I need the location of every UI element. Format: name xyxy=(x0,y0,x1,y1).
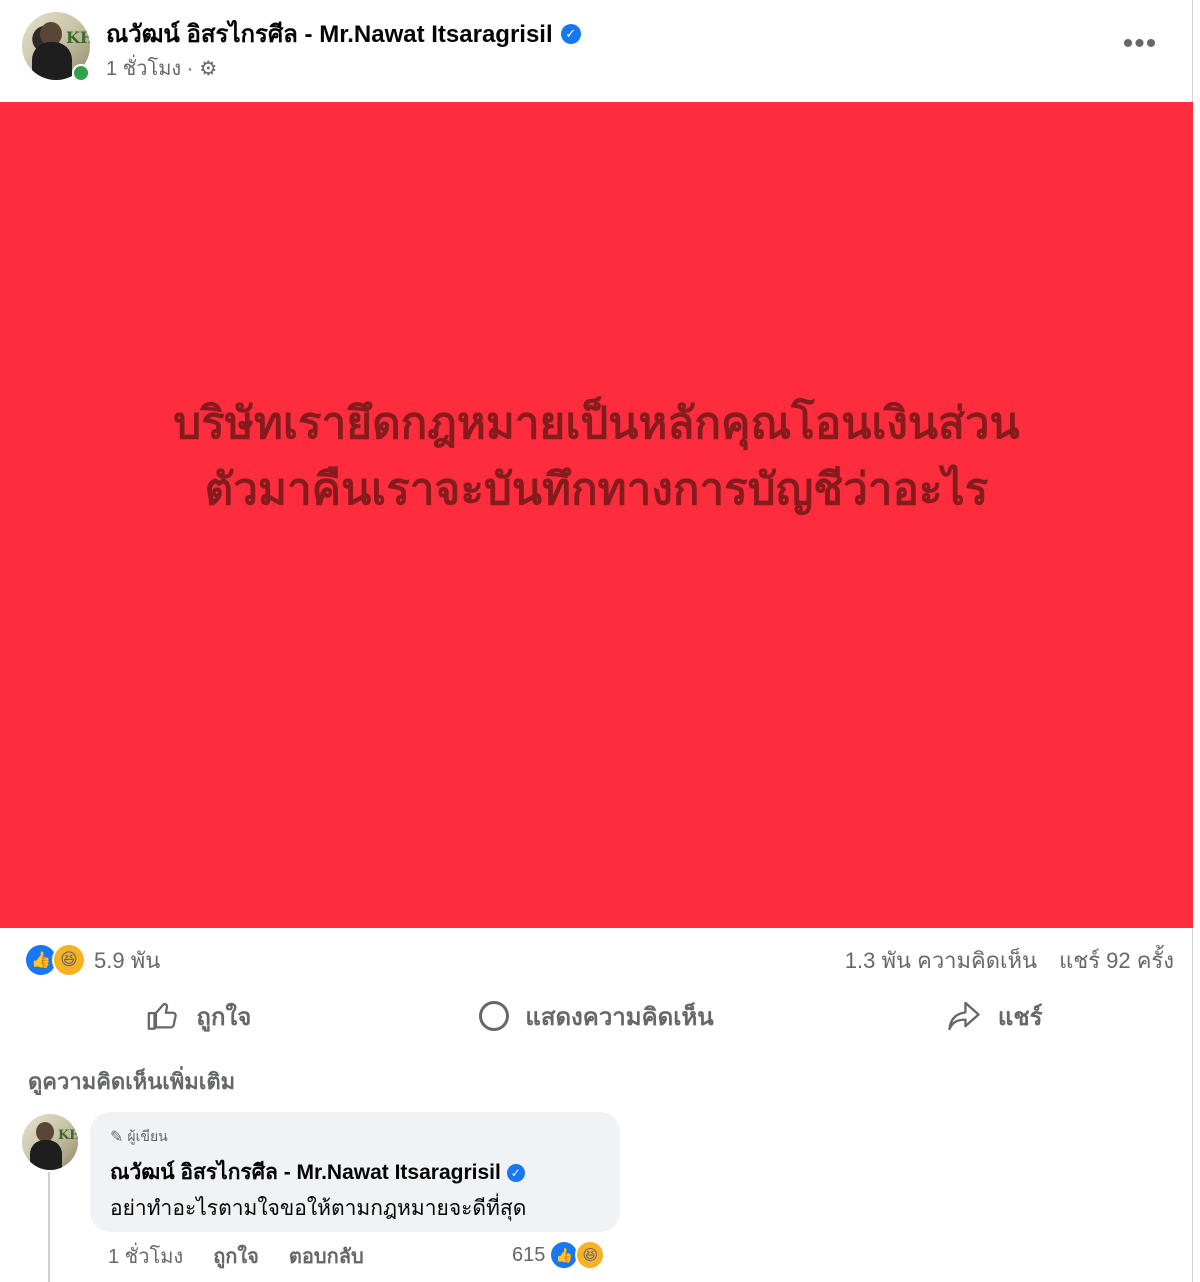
post-meta: 1 ชั่วโมง · ⚙ xyxy=(106,52,217,84)
view-more-comments-link[interactable]: ดูความคิดเห็นเพิ่มเติม xyxy=(28,1064,235,1099)
comment-avatar-body xyxy=(30,1140,62,1170)
reactions-summary: 👍 😆 5.9 พัน 1.3 พัน ความคิดเห็น แชร์ 92 … xyxy=(24,942,1174,978)
laughing-face-icon: 😆 xyxy=(575,1240,606,1270)
comment-reaction-count: 615 xyxy=(512,1243,546,1266)
verified-badge-icon: ✓ xyxy=(560,23,581,44)
share-count-link[interactable]: แชร์ 92 ครั้ง xyxy=(1059,943,1174,978)
reaction-count-link[interactable]: 👍 😆 5.9 พัน xyxy=(24,943,160,978)
comment-reactions[interactable]: 615 👍 😆 xyxy=(512,1240,606,1270)
post-author[interactable]: ณวัฒน์ อิสรไกรศีล - Mr.Nawat Itsaragrisi… xyxy=(106,14,581,53)
comment-button[interactable]: แสดงความคิดเห็น xyxy=(398,990,796,1042)
reaction-count: 5.9 พัน xyxy=(94,947,161,973)
thumbs-up-icon xyxy=(148,1002,178,1030)
like-button[interactable]: ถูกใจ xyxy=(0,990,398,1042)
more-options-button[interactable]: ••• xyxy=(1118,26,1162,62)
comment-author-avatar[interactable]: KH xyxy=(22,1114,78,1170)
more-options-icon: ••• xyxy=(1122,27,1158,60)
comment-time[interactable]: 1 ชั่วโมง xyxy=(108,1240,183,1272)
gear-icon[interactable]: ⚙ xyxy=(199,56,217,81)
avatar-logo: KH xyxy=(66,28,90,47)
like-button-label: ถูกใจ xyxy=(196,1003,252,1031)
pencil-icon: ✎ xyxy=(110,1129,124,1146)
post-card: KH ณวัฒน์ อิสรไกรศีล - Mr.Nawat Itsaragr… xyxy=(0,0,1193,1282)
post-image-text: บริษัทเรายึดกฎหมายเป็นหลักคุณโอนเงินส่วน… xyxy=(173,391,1019,523)
post-header: KH ณวัฒน์ อิสรไกรศีล - Mr.Nawat Itsaragr… xyxy=(0,0,1193,100)
post-actions: ถูกใจ แสดงความคิดเห็น แชร์ xyxy=(0,990,1193,1042)
comment-avatar-logo: KH xyxy=(58,1128,78,1143)
share-arrow-icon xyxy=(948,1001,980,1031)
comment-bubble: ✎ ผู้เขียน ณวัฒน์ อิสรไกรศีล - Mr.Nawat … xyxy=(90,1112,620,1232)
post-image-text-line-1: บริษัทเรายึดกฎหมายเป็นหลักคุณโอนเงินส่วน xyxy=(173,398,1020,449)
post-time[interactable]: 1 ชั่วโมง · xyxy=(106,52,193,84)
comment-count-link[interactable]: 1.3 พัน ความคิดเห็น xyxy=(845,943,1037,978)
verified-badge-icon: ✓ xyxy=(506,1163,525,1182)
online-status-dot xyxy=(72,64,90,82)
comment-avatar-head xyxy=(36,1122,54,1142)
post-image[interactable]: บริษัทเรายึดกฎหมายเป็นหลักคุณโอนเงินส่วน… xyxy=(0,102,1193,928)
author-badge: ✎ ผู้เขียน xyxy=(110,1126,168,1148)
avatar-body xyxy=(32,42,72,80)
comment-bubble-icon xyxy=(479,1001,510,1031)
comment-author[interactable]: ณวัฒน์ อิสรไกรศีล - Mr.Nawat Itsaragrisi… xyxy=(110,1156,525,1189)
comment-text: อย่าทำอะไรตามใจขอให้ตามกฎหมายจะดีที่สุด xyxy=(110,1197,527,1220)
reaction-icons: 👍 😆 xyxy=(24,943,86,977)
share-button-label: แชร์ xyxy=(997,1003,1043,1031)
author-badge-label: ผู้เขียน xyxy=(127,1128,168,1144)
comment-reply-button[interactable]: ตอบกลับ xyxy=(289,1240,364,1272)
share-button[interactable]: แชร์ xyxy=(795,990,1193,1042)
laughing-face-icon: 😆 xyxy=(52,943,86,977)
comment-button-label: แสดงความคิดเห็น xyxy=(525,1003,714,1031)
post-author-name[interactable]: ณวัฒน์ อิสรไกรศีล - Mr.Nawat Itsaragrisi… xyxy=(106,14,553,53)
post-image-text-line-2: ตัวมาคืนเราจะบันทึกทางการบัญชีว่าอะไร xyxy=(204,464,989,515)
engagement-stats: 1.3 พัน ความคิดเห็น แชร์ 92 ครั้ง xyxy=(845,943,1174,978)
comment-thread-line xyxy=(48,1172,50,1282)
comment-author-name[interactable]: ณวัฒน์ อิสรไกรศีล - Mr.Nawat Itsaragrisi… xyxy=(110,1156,501,1189)
comment-like-button[interactable]: ถูกใจ xyxy=(213,1240,259,1272)
